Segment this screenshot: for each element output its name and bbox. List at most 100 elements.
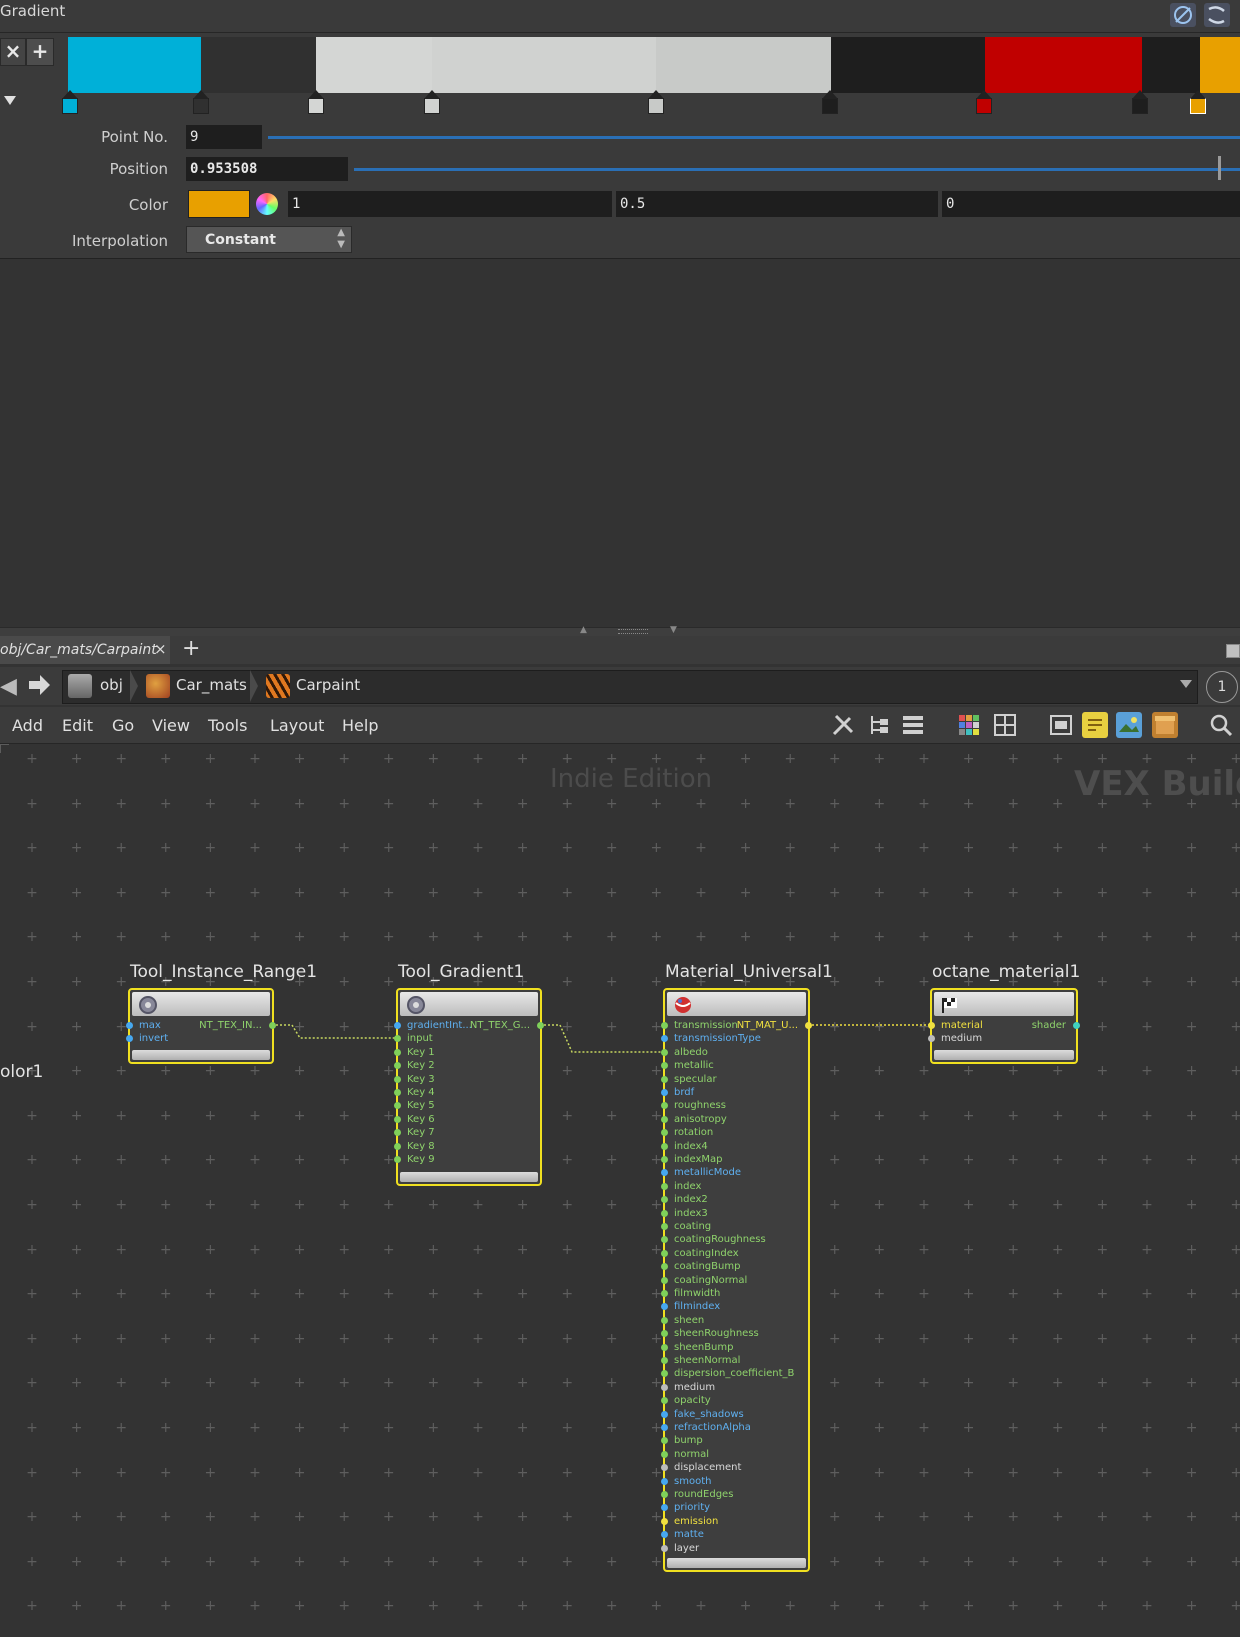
input-port[interactable] — [661, 1397, 668, 1405]
input-port[interactable] — [661, 1169, 668, 1177]
input-port[interactable] — [661, 1290, 668, 1297]
input-port-label: Key 7 — [407, 1127, 435, 1139]
output-port[interactable] — [1073, 1022, 1080, 1029]
node-tool-instance-range[interactable]: max invert NT_TEX_IN... — [126, 988, 276, 1064]
input-port[interactable] — [661, 1437, 668, 1445]
input-port-label: sheenBump — [674, 1341, 734, 1353]
input-port[interactable] — [661, 1491, 668, 1498]
input-port[interactable] — [394, 1142, 401, 1150]
input-port-label: transmissionType — [674, 1033, 761, 1045]
node-title-gradient: Tool_Gradient1 — [398, 962, 525, 982]
input-port[interactable] — [661, 1048, 668, 1056]
input-port[interactable] — [661, 1531, 668, 1539]
input-port[interactable] — [661, 1115, 668, 1123]
input-port[interactable] — [661, 1022, 668, 1029]
input-port-label: normal — [674, 1448, 710, 1460]
input-port-label: Key 4 — [407, 1087, 435, 1098]
input-port[interactable] — [661, 1129, 668, 1137]
input-port[interactable] — [661, 1156, 668, 1163]
input-port[interactable] — [394, 1048, 401, 1056]
input-port-label: bump — [674, 1435, 703, 1447]
input-port-label: indexMap — [674, 1154, 723, 1165]
input-port[interactable] — [394, 1075, 401, 1083]
input-port[interactable] — [661, 1544, 668, 1552]
input-port[interactable] — [126, 1022, 133, 1029]
input-port-label: medium — [674, 1381, 716, 1393]
input-port-label: Key 8 — [407, 1140, 435, 1152]
input-port-label: max — [139, 1020, 161, 1031]
input-port-label: filmindex — [674, 1301, 721, 1313]
input-port-label: rotation — [674, 1127, 714, 1139]
input-port[interactable] — [394, 1035, 401, 1043]
input-port[interactable] — [661, 1102, 668, 1110]
input-port[interactable] — [661, 1424, 668, 1431]
input-port[interactable] — [661, 1383, 668, 1391]
input-port[interactable] — [394, 1062, 401, 1070]
material-ball-icon — [673, 995, 693, 1019]
wire-gradient-to-material — [540, 1024, 666, 1053]
input-port[interactable] — [661, 1316, 668, 1324]
node-material-universal[interactable]: transmission transmissionType albedo metall… — [661, 988, 812, 1572]
input-port-label: dispersion_coefficient_B — [674, 1368, 795, 1380]
output-port[interactable] — [269, 1022, 276, 1029]
input-port[interactable] — [394, 1022, 401, 1029]
input-port[interactable] — [661, 1236, 668, 1244]
input-port-label: index3 — [674, 1207, 708, 1219]
input-port[interactable] — [661, 1075, 668, 1083]
input-port[interactable] — [394, 1089, 401, 1096]
input-port-label: opacity — [674, 1395, 711, 1407]
input-port[interactable] — [661, 1276, 668, 1284]
input-port[interactable] — [661, 1477, 668, 1485]
input-port[interactable] — [661, 1504, 668, 1512]
checkered-flag-icon — [940, 995, 960, 1019]
input-port[interactable] — [661, 1089, 668, 1096]
input-port[interactable] — [661, 1182, 668, 1190]
input-port[interactable] — [928, 1035, 935, 1043]
input-port[interactable] — [661, 1410, 668, 1418]
input-port[interactable] — [661, 1196, 668, 1204]
input-port-label: coatingRoughness — [674, 1234, 766, 1246]
input-port-label: coatingBump — [674, 1261, 741, 1273]
input-port-label: Key 3 — [407, 1073, 435, 1085]
input-port-label: coatingNormal — [674, 1274, 748, 1286]
input-port[interactable] — [661, 1303, 668, 1311]
input-port-label: medium — [941, 1033, 983, 1045]
output-port[interactable] — [537, 1022, 544, 1029]
input-port-label: index — [674, 1180, 702, 1192]
input-port[interactable] — [394, 1102, 401, 1110]
input-port[interactable] — [661, 1209, 668, 1217]
output-port-label: NT_TEX_IN... — [199, 1020, 262, 1031]
input-port[interactable] — [661, 1464, 668, 1472]
output-port[interactable] — [805, 1022, 812, 1029]
input-port-label: sheenNormal — [674, 1355, 741, 1366]
input-port[interactable] — [394, 1156, 401, 1163]
input-port[interactable] — [661, 1343, 668, 1351]
input-port[interactable] — [661, 1450, 668, 1458]
input-port-label: index4 — [674, 1140, 708, 1152]
input-port[interactable] — [661, 1249, 668, 1257]
input-port[interactable] — [661, 1330, 668, 1338]
input-port[interactable] — [661, 1142, 668, 1150]
input-port-label: filmwidth — [674, 1288, 721, 1299]
input-port[interactable] — [661, 1357, 668, 1364]
input-port-label: anisotropy — [674, 1113, 727, 1125]
input-port[interactable] — [928, 1022, 935, 1029]
input-port-label: Key 5 — [407, 1100, 435, 1112]
input-port-label: layer — [674, 1542, 700, 1554]
node-tool-gradient[interactable]: gradientInt... input Key 1 Key 2 Key 3 Key 4 K… — [394, 988, 544, 1186]
input-port[interactable] — [126, 1035, 133, 1043]
input-port[interactable] — [661, 1062, 668, 1070]
output-port-label: shader — [1031, 1020, 1066, 1031]
input-port[interactable] — [661, 1263, 668, 1271]
input-port[interactable] — [394, 1115, 401, 1123]
input-port-label: smooth — [674, 1475, 712, 1487]
node-octane-material[interactable]: material medium shader — [928, 988, 1080, 1064]
input-port[interactable] — [394, 1129, 401, 1137]
input-port[interactable] — [661, 1223, 668, 1230]
input-port[interactable] — [661, 1035, 668, 1043]
wires-layer — [272, 1024, 932, 1053]
input-port-label: coatingIndex — [674, 1247, 739, 1259]
input-port-label: index2 — [674, 1194, 708, 1206]
input-port[interactable] — [661, 1370, 668, 1378]
input-port[interactable] — [661, 1517, 668, 1525]
